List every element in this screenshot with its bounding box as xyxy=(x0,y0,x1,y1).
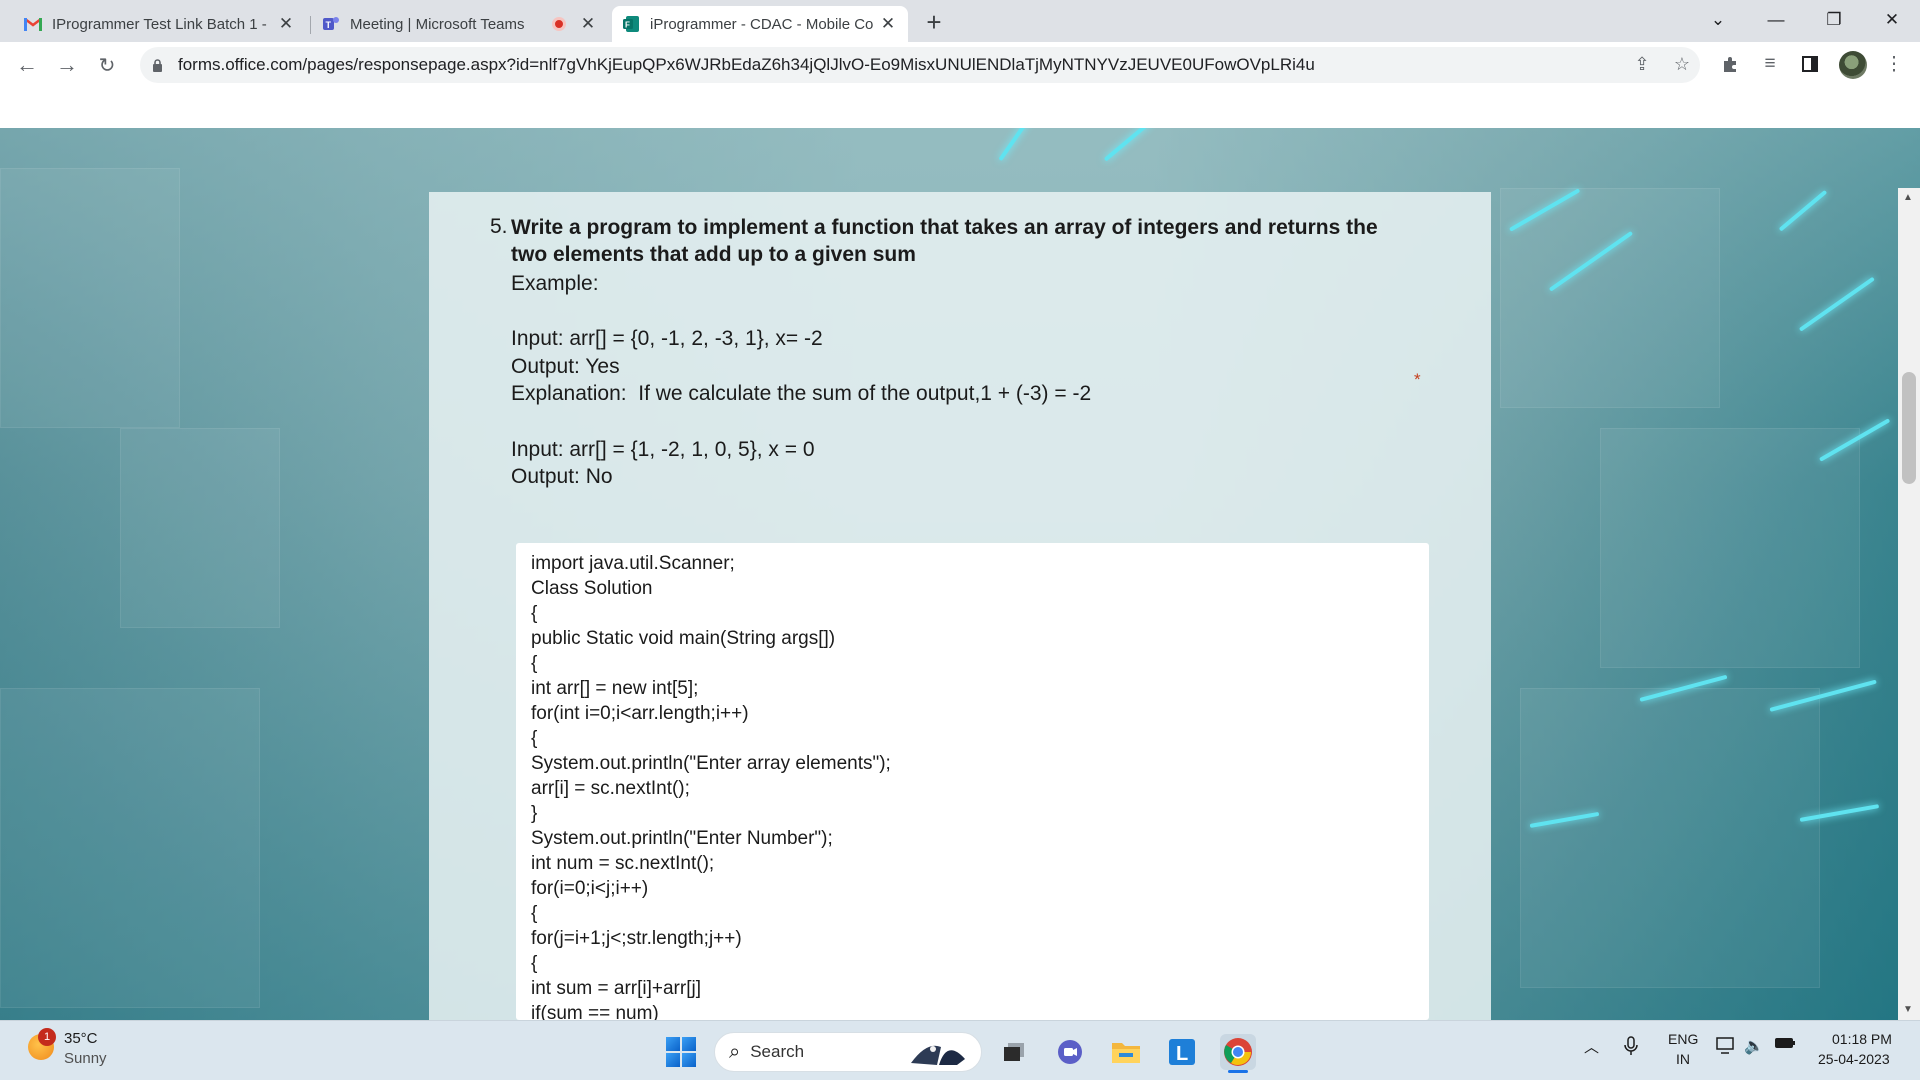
weather-temperature[interactable]: 35°C xyxy=(64,1030,98,1047)
answer-code-line: { xyxy=(531,953,538,974)
tab-strip: IProgrammer Test Link Batch 1 - ✕ T Meet… xyxy=(0,0,1920,42)
battery-icon[interactable] xyxy=(1774,1036,1796,1055)
address-bar[interactable]: forms.office.com/pages/responsepage.aspx… xyxy=(140,47,1700,83)
network-icon[interactable] xyxy=(1716,1036,1736,1059)
answer-code-line: System.out.println("Enter Number"); xyxy=(531,828,833,849)
svg-text:F: F xyxy=(625,21,630,30)
answer-code-line: int arr[] = new int[5]; xyxy=(531,678,699,699)
close-tab-icon[interactable]: ✕ xyxy=(878,14,898,34)
minimize-icon[interactable]: — xyxy=(1748,0,1804,40)
side-panel-icon[interactable] xyxy=(1796,50,1824,78)
answer-code-line: for(i=0;i<j;i++) xyxy=(531,878,649,899)
search-icon: ⌕ xyxy=(729,1040,741,1063)
file-explorer-icon[interactable] xyxy=(1108,1034,1144,1070)
required-marker: * xyxy=(1414,370,1421,389)
url-text: forms.office.com/pages/responsepage.aspx… xyxy=(178,55,1315,74)
close-window-icon[interactable]: ✕ xyxy=(1864,0,1920,40)
tab-title: Meeting | Microsoft Teams xyxy=(350,15,525,33)
svg-text:L: L xyxy=(1176,1043,1188,1065)
question-text-line: Input: arr[] = {0, -1, 2, -3, 1}, x= -2 xyxy=(511,327,823,350)
language-indicator[interactable]: ENG xyxy=(1668,1031,1698,1047)
tab-forms[interactable]: F iProgrammer - CDAC - Mobile Co ✕ xyxy=(612,6,908,42)
svg-text:T: T xyxy=(326,20,332,30)
forms-header-band xyxy=(0,88,1920,128)
answer-code-line: if(sum == num) xyxy=(531,1003,659,1020)
tab-gmail[interactable]: IProgrammer Test Link Batch 1 - ✕ xyxy=(14,6,306,42)
taskbar-search[interactable]: ⌕ Search xyxy=(714,1032,982,1072)
answer-code-line: { xyxy=(531,653,538,674)
tab-title: IProgrammer Test Link Batch 1 - xyxy=(52,15,267,33)
media-control-icon[interactable]: ≡ xyxy=(1756,50,1784,78)
profile-avatar[interactable] xyxy=(1839,51,1867,79)
answer-code-line: import java.util.Scanner; xyxy=(531,553,735,574)
weather-badge: 1 xyxy=(38,1028,56,1046)
question-text-line: Input: arr[] = {1, -2, 1, 0, 5}, x = 0 xyxy=(511,438,815,461)
active-app-indicator xyxy=(1228,1070,1248,1073)
forward-icon[interactable]: → xyxy=(52,50,82,80)
new-tab-icon[interactable]: + xyxy=(920,7,948,37)
share-icon[interactable]: ⇪ xyxy=(1628,50,1656,78)
scrollbar-thumb[interactable] xyxy=(1902,372,1916,484)
answer-code-line: { xyxy=(531,903,538,924)
answer-code-line: { xyxy=(531,728,538,749)
task-view-icon[interactable] xyxy=(996,1034,1032,1070)
tab-title: iProgrammer - CDAC - Mobile Co xyxy=(650,15,874,33)
weather-condition[interactable]: Sunny xyxy=(64,1050,107,1067)
clock-time[interactable]: 01:18 PM xyxy=(1832,1031,1892,1047)
answer-code-line: public Static void main(String args[]) xyxy=(531,628,836,649)
question-number: 5. xyxy=(490,215,508,238)
answer-code-line: System.out.println("Enter array elements… xyxy=(531,753,891,774)
question-text-line: Output: Yes xyxy=(511,355,620,378)
answer-code-line: } xyxy=(531,803,538,824)
question-text-line: Example: xyxy=(511,272,599,295)
restore-icon[interactable]: ❐ xyxy=(1806,0,1862,40)
answer-code-line: for(j=i+1;j<;str.length;j++) xyxy=(531,928,742,949)
teams-icon: T xyxy=(322,15,340,33)
tab-teams[interactable]: T Meeting | Microsoft Teams ✕ xyxy=(312,6,608,42)
recording-icon xyxy=(552,17,566,31)
back-icon[interactable]: ← xyxy=(12,50,42,80)
answer-code-line: for(int i=0;i<arr.length;i++) xyxy=(531,703,749,724)
windows-start-icon[interactable] xyxy=(666,1037,696,1067)
scroll-up-icon[interactable]: ▲ xyxy=(1903,192,1913,203)
chrome-icon[interactable] xyxy=(1220,1034,1256,1070)
lock-icon xyxy=(150,58,164,72)
page-scrollbar[interactable] xyxy=(1898,188,1920,1020)
question-text-line: Explanation: If we calculate the sum of … xyxy=(511,382,1092,405)
reload-icon[interactable]: ↻ xyxy=(92,50,122,80)
tab-separator xyxy=(310,16,311,34)
lens-app-icon[interactable]: L xyxy=(1164,1034,1200,1070)
search-highlight-icon xyxy=(911,1045,965,1065)
gmail-icon xyxy=(24,15,42,33)
show-hidden-icons-icon[interactable]: ︿ xyxy=(1584,1036,1599,1057)
scroll-down-icon[interactable]: ▼ xyxy=(1903,1004,1913,1015)
bookmark-star-icon[interactable]: ☆ xyxy=(1668,50,1696,78)
teams-chat-icon[interactable] xyxy=(1052,1034,1088,1070)
forms-icon: F xyxy=(622,15,640,33)
answer-code-line: int sum = arr[i]+arr[j] xyxy=(531,978,701,999)
browser-toolbar: ← → ↻ forms.office.com/pages/responsepag… xyxy=(0,42,1920,88)
extensions-icon[interactable] xyxy=(1716,50,1744,78)
answer-code-line: Class Solution xyxy=(531,578,653,599)
close-tab-icon[interactable]: ✕ xyxy=(276,14,296,34)
question-text-line: Output: No xyxy=(511,465,613,488)
volume-icon[interactable]: 🔈 xyxy=(1744,1036,1764,1056)
answer-code-line: { xyxy=(531,603,538,624)
close-tab-icon[interactable]: ✕ xyxy=(578,14,598,34)
clock-date[interactable]: 25-04-2023 xyxy=(1818,1051,1890,1067)
tab-search-icon[interactable]: ⌄ xyxy=(1690,0,1746,40)
question-title: Write a program to implement a function … xyxy=(511,216,1378,266)
answer-code-line: int num = sc.nextInt(); xyxy=(531,853,715,874)
microphone-icon[interactable] xyxy=(1624,1036,1638,1061)
search-label: Search xyxy=(750,1042,805,1061)
more-menu-icon[interactable]: ⋮ xyxy=(1880,50,1908,78)
region-indicator[interactable]: IN xyxy=(1676,1051,1690,1067)
answer-code-line: arr[i] = sc.nextInt(); xyxy=(531,778,690,799)
